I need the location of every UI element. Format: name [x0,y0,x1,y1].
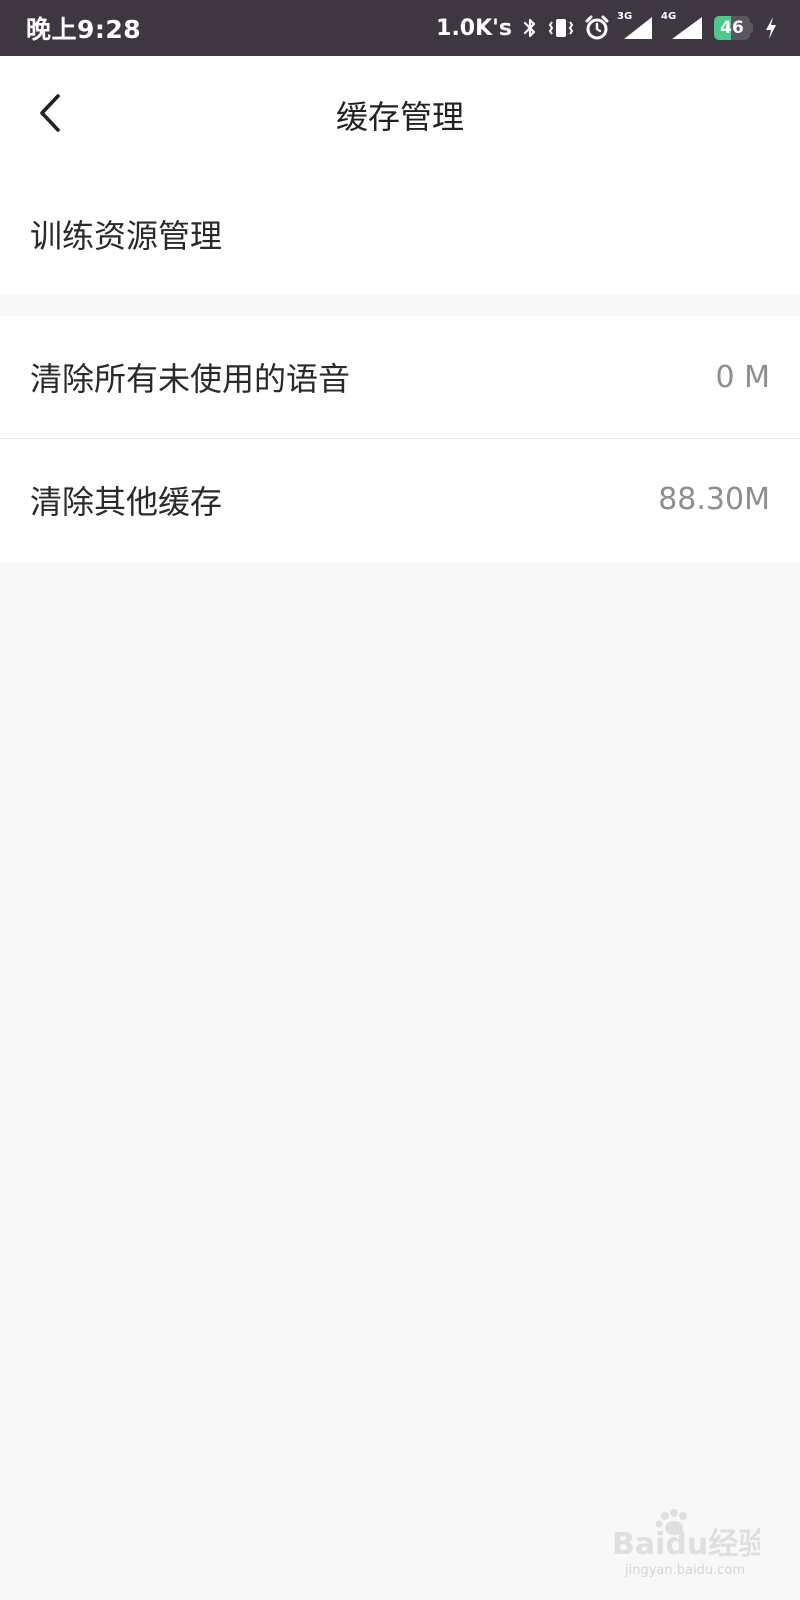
cache-size-value: 88.30M [658,482,770,517]
status-time: 晚上9:28 [26,15,142,44]
signal-4g-label: 4G [661,11,677,22]
alarm-icon [584,15,610,41]
status-icons: 1.0K's 3G 4G 46 [436,11,778,41]
status-bar: 晚上9:28 1.0K's 3G 4G 46 [0,0,800,56]
charging-icon [764,16,778,40]
battery-icon: 46 [714,16,754,40]
clear-other-cache-row[interactable]: 清除其他缓存 88.30M [0,438,800,560]
row-label: 清除所有未使用的语音 [30,360,351,398]
training-resource-row[interactable]: 训练资源管理 [0,174,800,294]
network-speed: 1.0K's [436,15,512,41]
bluetooth-icon [522,16,538,40]
signal-3g-label: 3G [617,11,633,22]
signal-4g-icon: 4G [661,11,704,41]
cache-size-value: 0 M [715,359,770,395]
watermark-logo-text: Baidu经验 [612,1527,760,1562]
page-title: 缓存管理 [335,98,464,136]
section-cache: 清除所有未使用的语音 0 M 清除其他缓存 88.30M [0,316,800,562]
watermark-url: jingyan.baidu.com [625,1563,745,1578]
signal-3g-icon: 3G [617,11,654,41]
battery-level: 46 [720,18,744,38]
row-label: 训练资源管理 [30,217,223,255]
row-label: 清除其他缓存 [30,482,223,521]
vibrate-icon [548,16,574,40]
clear-unused-voice-row[interactable]: 清除所有未使用的语音 0 M [0,316,800,438]
baidu-jingyan-watermark: Baidu经验 jingyan.baidu.com [610,1506,760,1580]
baidu-paw-logo: Baidu经验 [612,1509,760,1562]
header: 缓存管理 [0,56,800,174]
section-training: 训练资源管理 [0,174,800,294]
